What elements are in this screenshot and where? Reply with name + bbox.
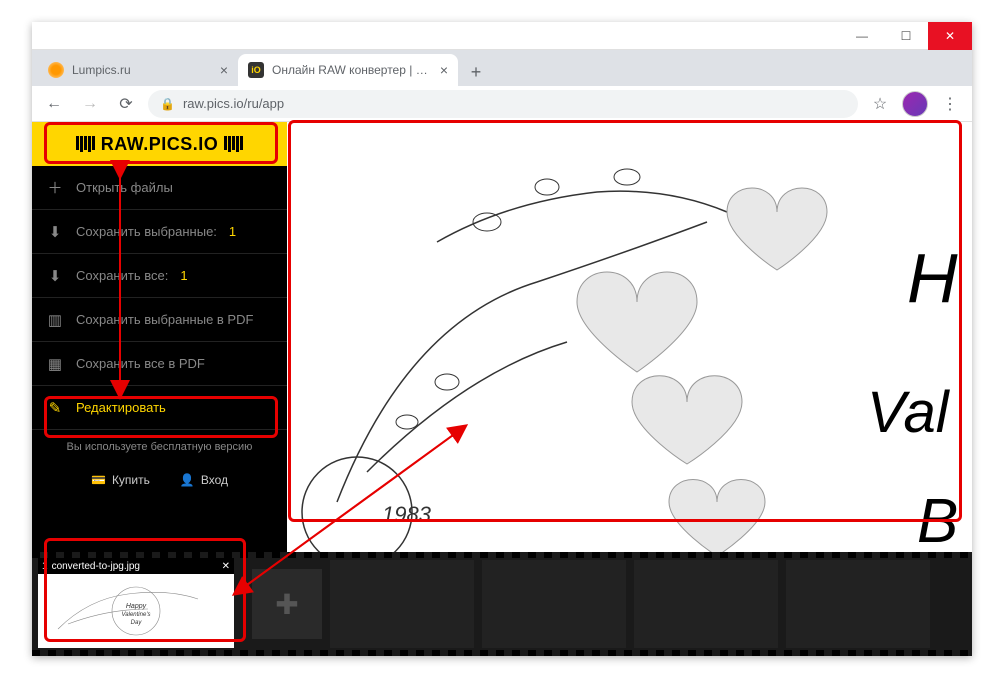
new-tab-button[interactable]: + [462, 58, 490, 86]
pencil-icon: ✎ [46, 399, 64, 417]
thumb-image: Happy Valentine's Day [38, 574, 234, 648]
download-all-icon: ⬇ [46, 267, 64, 285]
wallet-icon: 💳 [91, 473, 106, 487]
all-count: 1 [180, 268, 187, 283]
filmstrip: 1 converted-to-jpg.jpg ✕ Happy Valentine… [32, 552, 972, 656]
empty-film-cell [330, 560, 474, 648]
edit-button[interactable]: ✎ Редактировать [32, 386, 287, 430]
close-icon[interactable]: × [440, 62, 448, 78]
plus-icon: ＋ [46, 177, 64, 198]
download-icon: ⬇ [46, 223, 64, 241]
svg-text:1983: 1983 [382, 502, 432, 527]
pdf-grid-icon: ▦ [46, 355, 64, 373]
thumb-filename: converted-to-jpg.jpg [52, 561, 218, 572]
film-icon [224, 136, 243, 152]
image-preview[interactable]: H Val B 1983 [287, 122, 972, 552]
svg-text:Day: Day [131, 620, 143, 626]
favicon-lumpics [48, 62, 64, 78]
logo[interactable]: RAW.PICS.IO [32, 122, 287, 166]
bookmark-button[interactable]: ☆ [866, 90, 894, 118]
forward-button[interactable]: → [76, 90, 104, 118]
svg-text:Happy: Happy [126, 603, 147, 610]
close-icon[interactable]: × [220, 62, 228, 78]
svg-text:H: H [907, 239, 958, 317]
empty-film-cell [786, 560, 930, 648]
svg-text:B: B [917, 487, 958, 552]
profile-avatar[interactable] [902, 91, 928, 117]
thumb-close-button[interactable]: ✕ [222, 561, 230, 572]
open-files-button[interactable]: ＋ Открыть файлы [32, 166, 287, 210]
save-selected-button[interactable]: ⬇ Сохранить выбранные: 1 [32, 210, 287, 254]
tab-title: Онлайн RAW конвертер | Обра... [272, 63, 432, 77]
selected-count: 1 [229, 224, 236, 239]
save-all-button[interactable]: ⬇ Сохранить все: 1 [32, 254, 287, 298]
open-files-label: Открыть файлы [76, 180, 173, 195]
svg-text:Valentine's: Valentine's [122, 612, 151, 618]
buy-label: Купить [112, 473, 150, 487]
empty-film-cell [634, 560, 778, 648]
tab-rawpics[interactable]: iO Онлайн RAW конвертер | Обра... × [238, 54, 458, 86]
tab-title: Lumpics.ru [72, 63, 212, 77]
save-all-label: Сохранить все: [76, 268, 168, 283]
edit-label: Редактировать [76, 400, 166, 415]
thumb-index: 1 [42, 561, 48, 572]
favicon-rawpics: iO [248, 62, 264, 78]
logo-text: RAW.PICS.IO [101, 134, 219, 155]
window-maximize-button[interactable]: ☐ [884, 22, 928, 50]
save-selected-pdf-label: Сохранить выбранные в PDF [76, 312, 253, 327]
url-input[interactable]: 🔒 raw.pics.io/ru/app [148, 90, 858, 118]
browser-menu-button[interactable]: ⋮ [936, 94, 964, 114]
empty-film-cell [482, 560, 626, 648]
save-selected-pdf-button[interactable]: ▥ Сохранить выбранные в PDF [32, 298, 287, 342]
address-bar: ← → ⟳ 🔒 raw.pics.io/ru/app ☆ ⋮ [32, 86, 972, 122]
preview-image: H Val B 1983 [287, 122, 972, 552]
window-titlebar: — ☐ ✕ [32, 22, 972, 50]
thumbnail[interactable]: 1 converted-to-jpg.jpg ✕ Happy Valentine… [38, 560, 234, 648]
sidebar: RAW.PICS.IO ＋ Открыть файлы ⬇ Сохранить … [32, 122, 287, 552]
save-selected-label: Сохранить выбранные: [76, 224, 217, 239]
user-icon: 👤 [180, 473, 195, 487]
reload-button[interactable]: ⟳ [112, 90, 140, 118]
window-minimize-button[interactable]: — [840, 22, 884, 50]
url-text: raw.pics.io/ru/app [183, 96, 284, 111]
save-all-pdf-label: Сохранить все в PDF [76, 356, 205, 371]
login-button[interactable]: 👤 Вход [180, 473, 228, 487]
tab-lumpics[interactable]: Lumpics.ru × [38, 54, 238, 86]
film-icon [76, 136, 95, 152]
save-all-pdf-button[interactable]: ▦ Сохранить все в PDF [32, 342, 287, 386]
free-version-note: Вы используете бесплатную версию [32, 430, 287, 465]
lock-icon: 🔒 [160, 97, 175, 111]
pdf-icon: ▥ [46, 311, 64, 329]
browser-tabs: Lumpics.ru × iO Онлайн RAW конвертер | О… [32, 50, 972, 86]
window-close-button[interactable]: ✕ [928, 22, 972, 50]
buy-button[interactable]: 💳 Купить [91, 473, 150, 487]
add-file-button[interactable]: ✚ [252, 569, 322, 639]
back-button[interactable]: ← [40, 90, 68, 118]
svg-text:Val: Val [867, 380, 951, 445]
login-label: Вход [201, 473, 228, 487]
